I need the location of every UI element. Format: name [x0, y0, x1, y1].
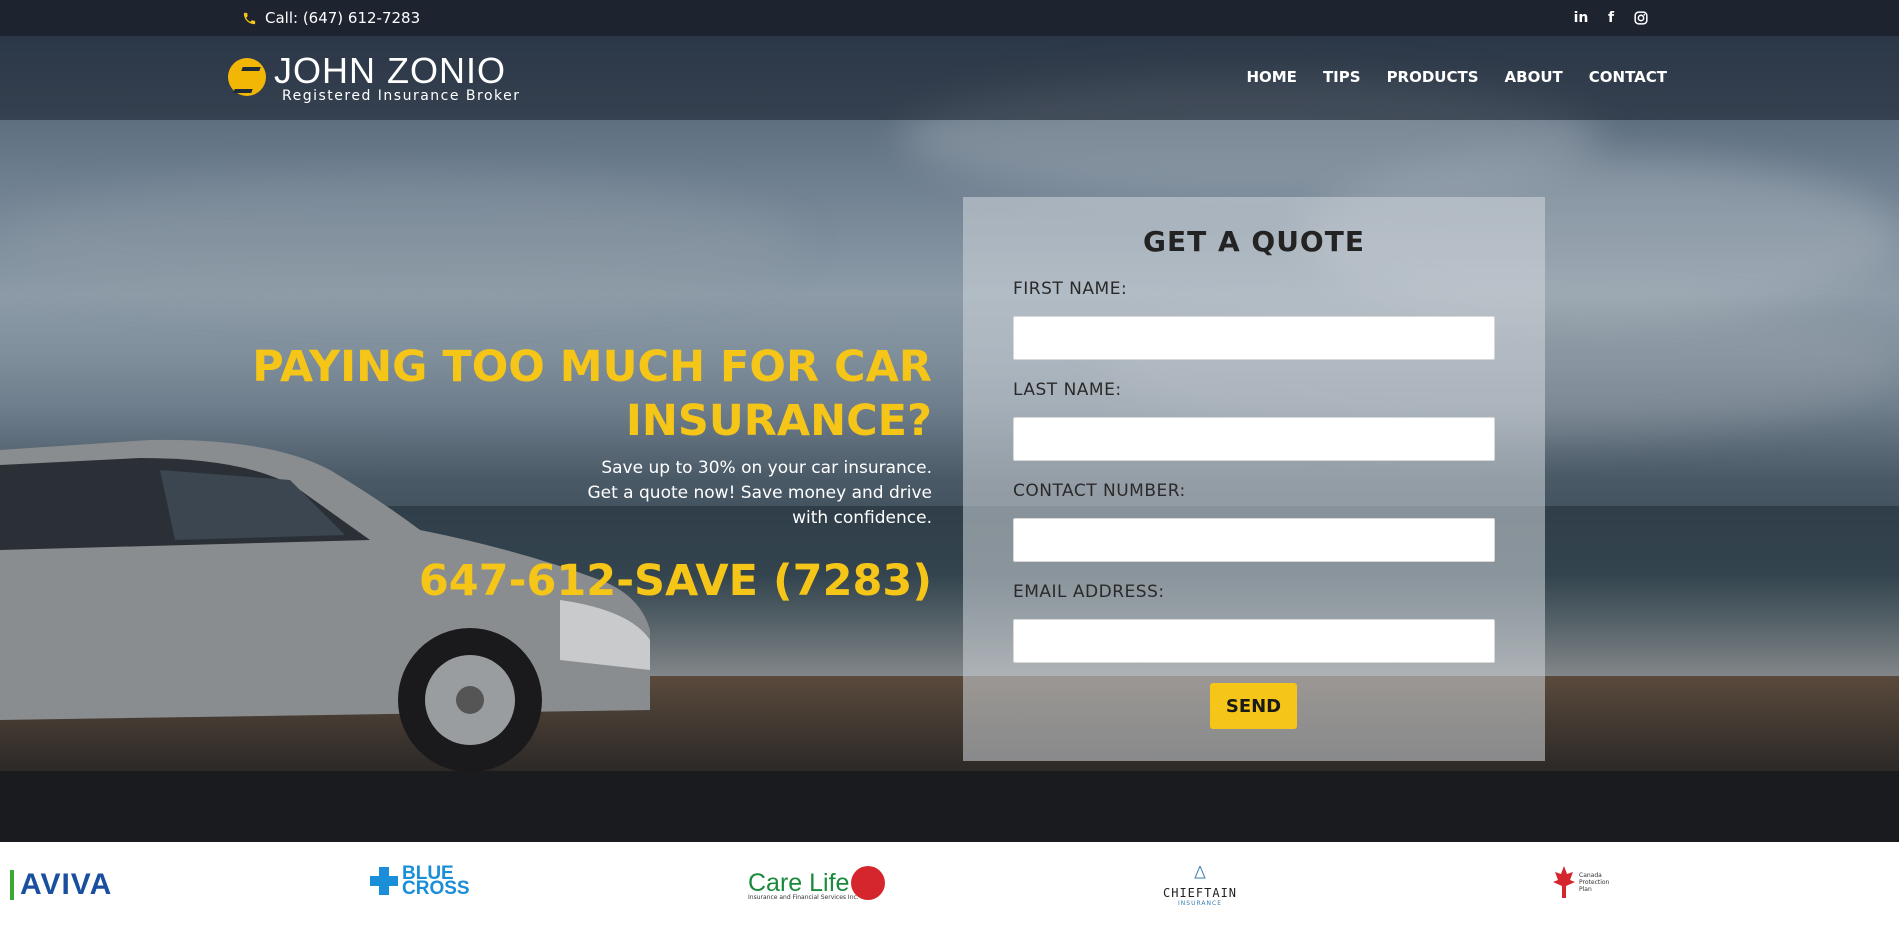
headline-line-1: PAYING TOO MUCH FOR CAR: [252, 342, 932, 392]
main-nav: HOME TIPS PRODUCTS ABOUT CONTACT: [1246, 68, 1667, 86]
send-button[interactable]: SEND: [1210, 683, 1297, 729]
nav-products[interactable]: PRODUCTS: [1387, 68, 1479, 86]
canada-protection-logo[interactable]: Canada Protection Plan: [1553, 864, 1619, 900]
chieftain-emblem-icon: [1194, 864, 1206, 879]
last-name-label: LAST NAME:: [1013, 380, 1122, 400]
email-field[interactable]: [1013, 619, 1495, 663]
cross-icon: [370, 867, 398, 895]
linkedin-icon[interactable]: in: [1573, 9, 1589, 27]
aviva-logo[interactable]: AVIVA: [10, 868, 112, 902]
logo-mark-icon: [228, 58, 266, 96]
call-link[interactable]: Call: (647) 612-7283: [242, 9, 420, 27]
nav-about[interactable]: ABOUT: [1505, 68, 1563, 86]
site-logo[interactable]: JOHN ZONIO Registered Insurance Broker: [228, 52, 521, 104]
hero-phone[interactable]: 647-612-SAVE (7283): [419, 556, 932, 606]
email-label: EMAIL ADDRESS:: [1013, 582, 1165, 602]
nav-contact[interactable]: CONTACT: [1589, 68, 1667, 86]
form-title: GET A QUOTE: [1143, 225, 1365, 258]
partner-logos: AVIVA BLUE CROSS Care Life Insurance and…: [0, 842, 1899, 933]
facebook-icon[interactable]: f: [1603, 9, 1619, 27]
care-life-logo[interactable]: Care Life Insurance and Financial Servic…: [748, 866, 886, 901]
first-name-label: FIRST NAME:: [1013, 279, 1128, 299]
brand-name: JOHN ZONIO: [274, 50, 506, 91]
phone-icon: [243, 12, 256, 24]
hero-tagline: Save up to 30% on your car insurance. Ge…: [587, 458, 932, 528]
brand-subtitle: Registered Insurance Broker: [282, 88, 521, 104]
nav-home[interactable]: HOME: [1246, 68, 1296, 86]
call-text: Call: (647) 612-7283: [265, 9, 421, 27]
social-links: in f: [1573, 9, 1649, 27]
headline-line-2: INSURANCE?: [625, 396, 932, 446]
contact-number-field[interactable]: [1013, 518, 1495, 562]
chieftain-logo[interactable]: CHIEFTAIN INSURANCE: [1163, 864, 1237, 907]
contact-number-label: CONTACT NUMBER:: [1013, 481, 1186, 501]
first-name-field[interactable]: [1013, 316, 1495, 360]
quote-form: GET A QUOTE FIRST NAME: LAST NAME: CONTA…: [963, 197, 1545, 761]
instagram-icon[interactable]: [1633, 9, 1649, 27]
maple-leaf-icon: [1553, 866, 1575, 898]
blue-cross-logo[interactable]: BLUE CROSS: [370, 864, 470, 898]
last-name-field[interactable]: [1013, 417, 1495, 461]
nav-tips[interactable]: TIPS: [1323, 68, 1361, 86]
hero-headline: PAYING TOO MUCH FOR CAR INSURANCE?: [232, 340, 932, 448]
top-bar: Call: (647) 612-7283 in f: [0, 0, 1899, 36]
